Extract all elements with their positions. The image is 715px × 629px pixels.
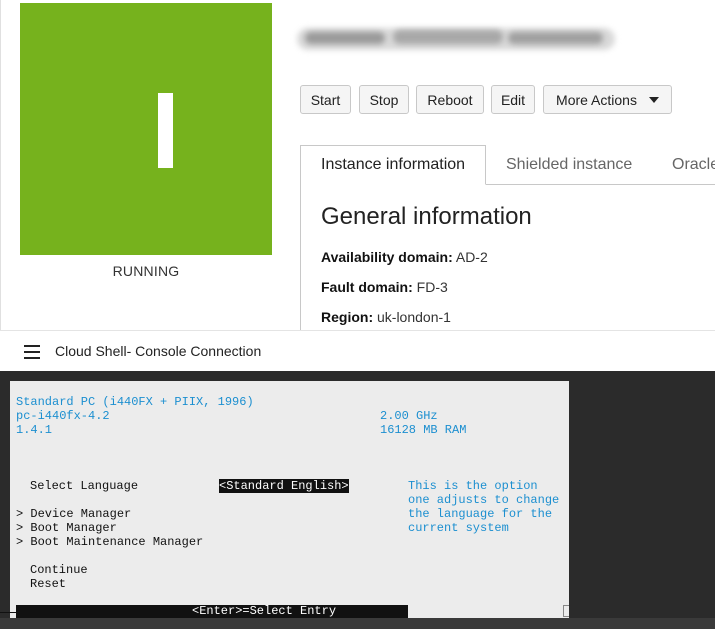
availability-domain-label: Availability domain: — [321, 249, 453, 265]
hamburger-icon[interactable] — [24, 345, 40, 359]
region-row: Region: uk-london-1 — [321, 309, 451, 325]
stop-button[interactable]: Stop — [359, 85, 409, 114]
instance-tabs: Instance information Shielded instance O… — [300, 145, 715, 185]
bios-status-bar: <Enter>=Select Entry — [16, 604, 408, 618]
menu-select-language[interactable]: Select Language — [30, 479, 138, 493]
bios-cpu-speed: 2.00 GHz — [380, 409, 438, 423]
bios-platform-line: Standard PC (i440FX + PIIX, 1996) — [16, 395, 254, 409]
menu-device-manager[interactable]: > Device Manager — [16, 507, 131, 521]
bios-version-line: 1.4.1 — [16, 423, 53, 437]
tab-shielded-instance[interactable]: Shielded instance — [506, 145, 632, 184]
fault-domain-label: Fault domain: — [321, 279, 413, 295]
edit-button[interactable]: Edit — [491, 85, 535, 114]
menu-continue[interactable]: Continue — [30, 563, 88, 577]
help-text: This is the option one adjusts to change… — [408, 479, 560, 535]
general-information-heading: General information — [321, 203, 532, 230]
more-actions-dropdown[interactable]: More Actions — [543, 85, 672, 114]
menu-boot-manager[interactable]: > Boot Manager — [16, 521, 117, 535]
menu-reset[interactable]: Reset — [30, 577, 66, 591]
tab-oracle[interactable]: Oracle — [672, 145, 715, 184]
instance-name-redacted — [293, 20, 619, 60]
cloud-shell-title: Cloud Shell- Console Connection — [55, 343, 262, 359]
instance-details-panel: RUNNING Start Stop Reboot Edit More Acti… — [0, 0, 715, 330]
more-actions-label: More Actions — [556, 91, 637, 108]
region-value: uk-london-1 — [377, 309, 451, 325]
reboot-button[interactable]: Reboot — [416, 85, 484, 114]
tab-instance-information[interactable]: Instance information — [300, 145, 487, 185]
console-resize-handle[interactable] — [563, 605, 569, 617]
cloud-shell-header: Cloud Shell- Console Connection — [0, 330, 715, 372]
console-divider-line — [0, 612, 74, 613]
language-value[interactable]: <Standard English> — [219, 479, 349, 493]
fault-domain-row: Fault domain: FD-3 — [321, 279, 448, 295]
region-label: Region: — [321, 309, 374, 325]
bios-machine-line: pc-i440fx-4.2 — [16, 409, 110, 423]
terminal-bottom-strip — [0, 618, 715, 629]
instance-status-tile — [20, 3, 272, 255]
fault-domain-value: FD-3 — [416, 279, 448, 295]
availability-domain-value: AD-2 — [455, 249, 488, 265]
menu-boot-maintenance-manager[interactable]: > Boot Maintenance Manager — [16, 535, 203, 549]
instance-letter-icon — [158, 93, 173, 168]
caret-down-icon — [648, 96, 659, 103]
availability-domain-row: Availability domain: AD-2 — [321, 249, 488, 265]
start-button[interactable]: Start — [300, 85, 351, 114]
bios-console[interactable]: Standard PC (i440FX + PIIX, 1996) pc-i44… — [10, 381, 569, 618]
bios-ram: 16128 MB RAM — [380, 423, 467, 437]
bios-status-text: <Enter>=Select Entry — [192, 604, 337, 618]
instance-state-label: RUNNING — [112, 263, 180, 279]
